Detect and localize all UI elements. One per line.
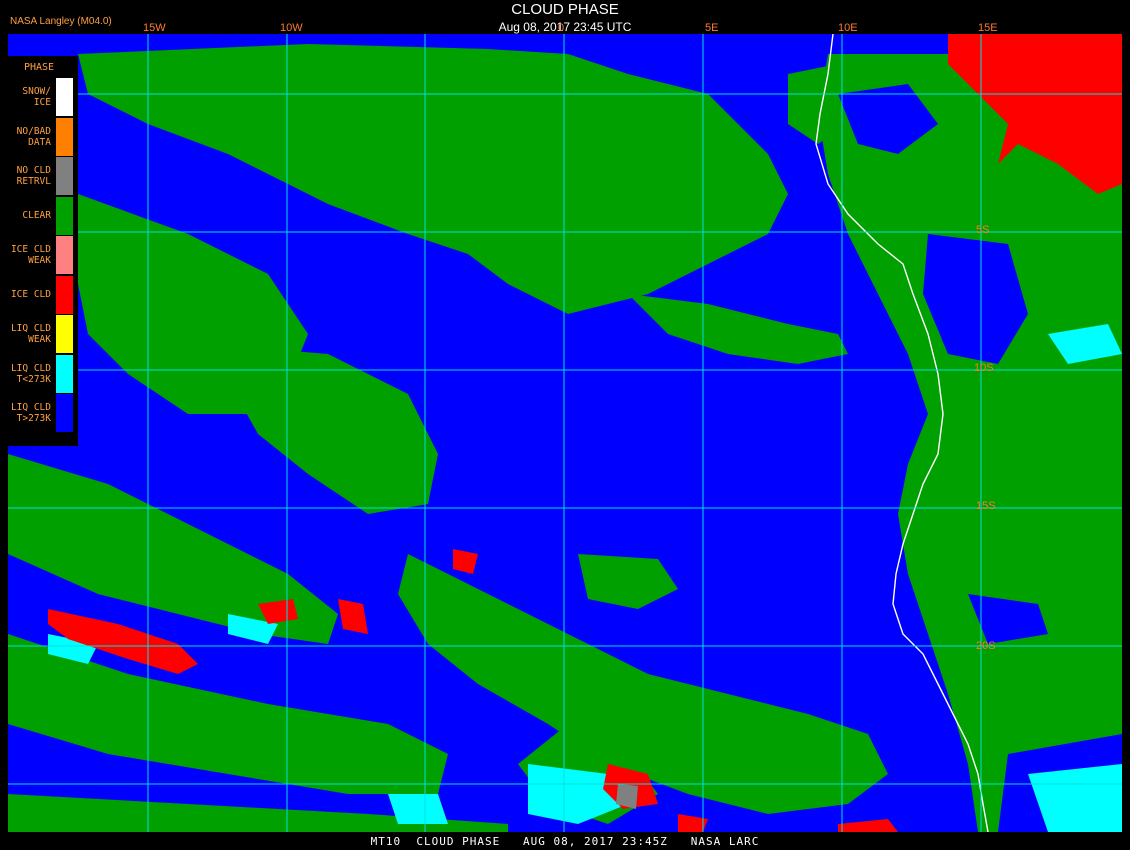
lat-label-20s: 20S <box>976 640 996 652</box>
legend-label: ICE CLD WEAK <box>10 244 51 266</box>
legend-swatch <box>56 275 73 314</box>
lat-label-15s: 15S <box>976 500 996 512</box>
legend-swatch <box>56 117 73 156</box>
lon-label-0: 0 <box>558 22 565 34</box>
legend-swatch <box>56 78 73 116</box>
legend-label: ICE CLD <box>10 289 51 300</box>
map-timestamp: Aug 08, 2017 23:45 UTC <box>498 20 632 34</box>
credit-label: NASA Langley (M04.0) <box>10 16 112 27</box>
legend-swatch <box>56 236 73 274</box>
lon-label-15e: 15E <box>978 22 998 34</box>
lat-label-5s: 5S <box>976 224 990 236</box>
legend-swatch <box>56 394 73 432</box>
legend-label: CLEAR <box>22 210 51 221</box>
map-title: CLOUD PHASE <box>511 1 619 18</box>
lon-label-15w: 15W <box>143 22 166 34</box>
cloud-phase-image <box>8 34 1122 832</box>
legend-label: LIQ CLD WEAK <box>10 323 51 345</box>
lon-label-10e: 10E <box>838 22 858 34</box>
cloud-phase-map-view: CLOUD PHASE Aug 08, 2017 23:45 UTC NASA … <box>0 0 1130 850</box>
phase-legend: PHASE SNOW/ ICE NO/BAD DATA NO CLD RETRVL C… <box>8 56 78 446</box>
legend-label: LIQ CLD T<273K <box>10 362 51 385</box>
lon-label-5e: 5E <box>705 22 719 34</box>
legend-heading: PHASE <box>23 62 55 73</box>
legend-swatch <box>56 196 73 235</box>
legend-label: SNOW/ ICE <box>22 86 51 108</box>
legend-label: LIQ CLD T>273K <box>10 402 51 424</box>
legend-swatch <box>56 157 73 195</box>
lat-label-10s: 10S <box>974 362 994 374</box>
footer-caption: MT10 CLOUD PHASE AUG 08, 2017 23:45Z NAS… <box>370 835 760 848</box>
legend-label: NO CLD RETRVL <box>16 165 51 187</box>
legend-label: NO/BAD DATA <box>16 125 51 148</box>
legend-swatch <box>56 354 73 393</box>
lon-label-10w: 10W <box>280 22 303 34</box>
legend-swatch <box>56 315 73 353</box>
